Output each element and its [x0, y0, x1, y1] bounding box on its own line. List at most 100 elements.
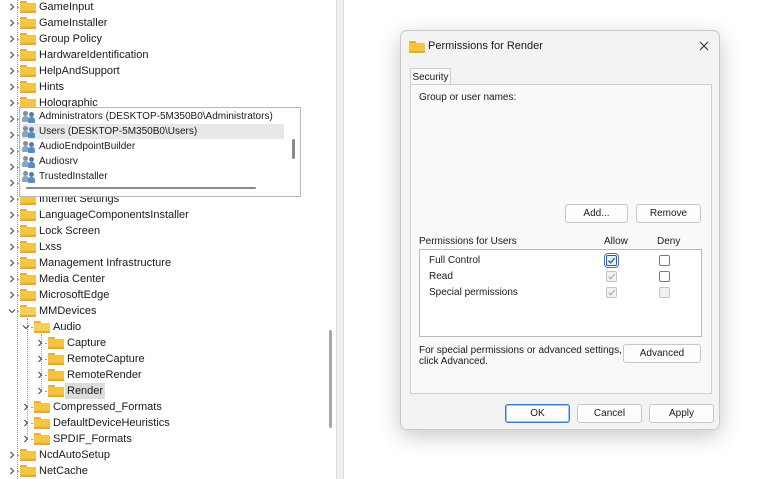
folder-icon	[48, 385, 64, 397]
cancel-button[interactable]: Cancel	[577, 404, 642, 423]
user-group-icon	[22, 110, 36, 123]
ok-button[interactable]: OK	[505, 404, 570, 423]
remove-button[interactable]: Remove	[636, 204, 701, 223]
tree-item[interactable]: Compressed_Formats	[0, 399, 330, 415]
check-icon	[608, 257, 616, 264]
tree-item-label: MicrosoftEdge	[39, 289, 110, 301]
tree-item[interactable]: Lxss	[0, 239, 330, 255]
tree-item[interactable]: GameInstaller	[0, 15, 330, 31]
tree-item[interactable]: NetCache	[0, 463, 330, 479]
user-list-item[interactable]: TrustedInstaller	[22, 169, 284, 184]
chevron-right-icon[interactable]	[7, 447, 17, 463]
chevron-right-icon[interactable]	[7, 63, 17, 79]
chevron-right-icon[interactable]	[7, 143, 17, 159]
folder-icon	[20, 257, 36, 269]
tree-item[interactable]: NcdAutoSetup	[0, 447, 330, 463]
chevron-right-icon[interactable]	[7, 47, 17, 63]
tree-item[interactable]: HardwareIdentification	[0, 47, 330, 63]
folder-icon	[20, 225, 36, 237]
tree-item[interactable]: MicrosoftEdge	[0, 287, 330, 303]
folder-icon	[20, 49, 36, 61]
permissions-for-users-label: Permissions for Users	[419, 236, 517, 247]
tree-item[interactable]: RemoteRender	[0, 367, 330, 383]
chevron-right-icon[interactable]	[7, 31, 17, 47]
tree-item-label: Management Infrastructure	[39, 257, 172, 269]
tree-item-label: Lock Screen	[39, 225, 101, 237]
chevron-right-icon[interactable]	[35, 383, 45, 399]
chevron-down-icon[interactable]	[7, 303, 17, 319]
chevron-right-icon[interactable]	[7, 287, 17, 303]
chevron-right-icon[interactable]	[7, 15, 17, 31]
tree-item[interactable]: LanguageComponentsInstaller	[0, 207, 330, 223]
tree-item-label: DefaultDeviceHeuristics	[53, 417, 170, 429]
chevron-right-icon[interactable]	[7, 223, 17, 239]
chevron-right-icon[interactable]	[7, 191, 17, 207]
add-button[interactable]: Add...	[565, 204, 628, 223]
chevron-right-icon[interactable]	[7, 271, 17, 287]
chevron-right-icon[interactable]	[7, 79, 17, 95]
deny-read-checkbox[interactable]	[659, 271, 670, 282]
user-list-vertical-scrollbar[interactable]	[292, 139, 295, 159]
allow-full-control-checkbox[interactable]	[604, 253, 619, 268]
chevron-right-icon[interactable]	[7, 111, 17, 127]
advanced-button[interactable]: Advanced	[623, 344, 701, 363]
user-list-horizontal-scrollbar[interactable]	[26, 187, 256, 189]
chevron-right-icon[interactable]	[7, 159, 17, 175]
tree-item[interactable]: HelpAndSupport	[0, 63, 330, 79]
chevron-right-icon[interactable]	[21, 399, 31, 415]
user-list-item[interactable]: Audiosrv	[22, 154, 284, 169]
deny-full-control-checkbox[interactable]	[659, 255, 670, 266]
tree-item-label: GameInstaller	[39, 17, 108, 29]
folder-icon	[20, 33, 36, 45]
tree-item[interactable]: Audio	[0, 319, 330, 335]
pane-splitter[interactable]	[336, 0, 344, 479]
tree-item-label: Group Policy	[39, 33, 102, 45]
tree-item-label: SPDIF_Formats	[53, 433, 132, 445]
tree-item-label: LanguageComponentsInstaller	[39, 209, 189, 221]
chevron-right-icon[interactable]	[7, 207, 17, 223]
tree-item[interactable]: Media Center	[0, 271, 330, 287]
chevron-right-icon[interactable]	[7, 463, 17, 479]
chevron-right-icon[interactable]	[21, 415, 31, 431]
tree-item-label: GameInput	[39, 1, 94, 13]
chevron-right-icon[interactable]	[7, 255, 17, 271]
folder-icon	[20, 465, 36, 477]
tree-item[interactable]: SPDIF_Formats	[0, 431, 330, 447]
chevron-right-icon[interactable]	[7, 127, 17, 143]
chevron-right-icon[interactable]	[7, 95, 17, 111]
tab-security[interactable]: Security	[410, 68, 451, 85]
tree-item[interactable]: Render	[0, 383, 330, 399]
folder-icon	[20, 1, 36, 13]
user-list[interactable]: Administrators (DESKTOP-5M350B0\Administ…	[19, 107, 301, 197]
chevron-down-icon[interactable]	[21, 319, 31, 335]
folder-icon	[48, 353, 64, 365]
tree-item[interactable]: Group Policy	[0, 31, 330, 47]
user-list-item[interactable]: AudioEndpointBuilder	[22, 139, 284, 154]
apply-button[interactable]: Apply	[649, 404, 714, 423]
tree-item-label: Capture	[67, 337, 107, 349]
tree-item[interactable]: Hints	[0, 79, 330, 95]
tree-item[interactable]: RemoteCapture	[0, 351, 330, 367]
tree-item[interactable]: Management Infrastructure	[0, 255, 330, 271]
permissions-dialog: Permissions for Render Security	[400, 30, 720, 430]
chevron-right-icon[interactable]	[7, 175, 17, 191]
chevron-right-icon[interactable]	[35, 367, 45, 383]
chevron-right-icon[interactable]	[7, 239, 17, 255]
user-list-item-selected[interactable]: Users (DESKTOP-5M350B0\Users)	[22, 124, 284, 139]
close-button[interactable]	[693, 35, 715, 57]
tree-item[interactable]: DefaultDeviceHeuristics	[0, 415, 330, 431]
allow-read-checkbox	[606, 271, 617, 282]
folder-icon	[34, 417, 50, 429]
tree-item[interactable]: GameInput	[0, 0, 330, 15]
user-list-item[interactable]: Administrators (DESKTOP-5M350B0\Administ…	[22, 109, 284, 124]
dialog-title: Permissions for Render	[428, 40, 543, 52]
tree-scrollbar-thumb[interactable]	[329, 330, 332, 428]
chevron-right-icon[interactable]	[35, 335, 45, 351]
tree-item[interactable]: Capture	[0, 335, 330, 351]
allow-column-header: Allow	[604, 236, 628, 247]
tree-item[interactable]: MMDevices	[0, 303, 330, 319]
chevron-right-icon[interactable]	[7, 0, 17, 15]
chevron-right-icon[interactable]	[35, 351, 45, 367]
tree-item[interactable]: Lock Screen	[0, 223, 330, 239]
chevron-right-icon[interactable]	[21, 431, 31, 447]
